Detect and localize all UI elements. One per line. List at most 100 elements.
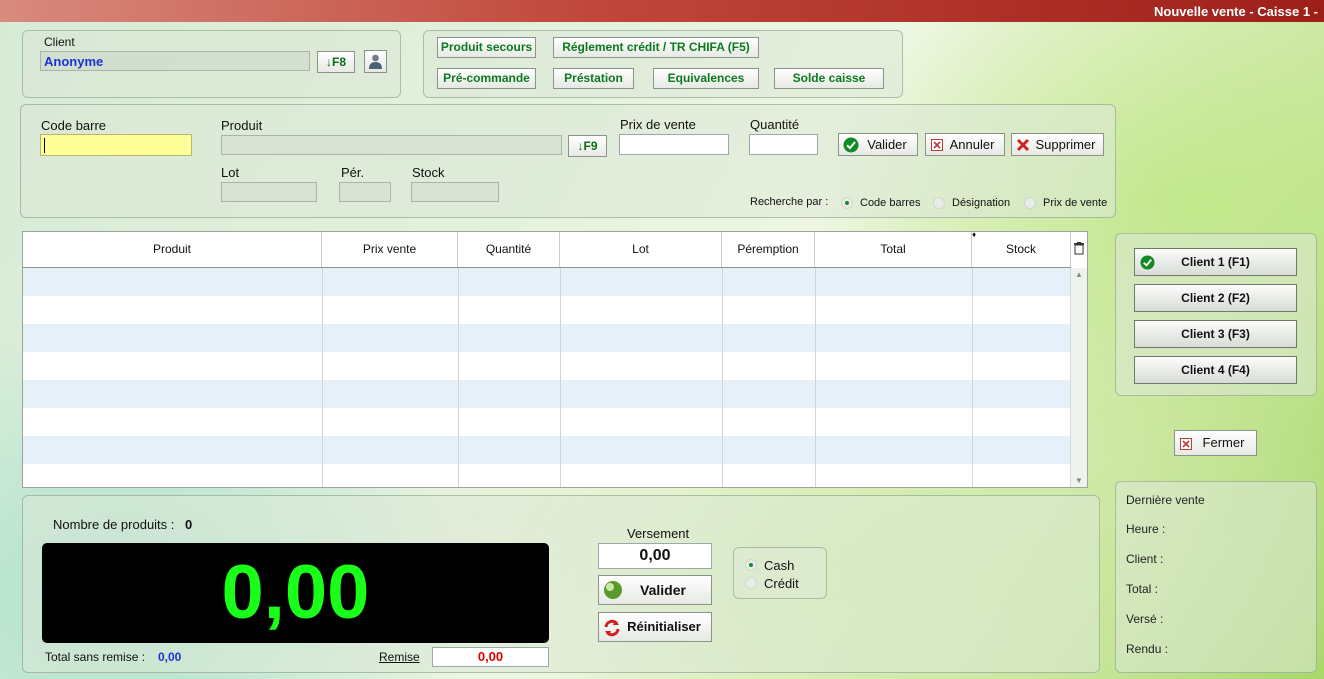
- lot-label: Lot: [221, 165, 240, 180]
- produit-label: Produit: [221, 118, 263, 133]
- valider-payment-label: Valider: [640, 582, 686, 598]
- lot-field[interactable]: [221, 182, 317, 202]
- table-row[interactable]: [23, 436, 1071, 464]
- column-divider: [560, 268, 561, 487]
- table-row[interactable]: [23, 296, 1071, 324]
- cancel-icon: [931, 139, 943, 151]
- client-1-label: Client 1 (F1): [1181, 255, 1250, 269]
- versement-input[interactable]: 0,00: [598, 543, 712, 569]
- quantite-label: Quantité: [750, 117, 800, 132]
- reglement-credit-button[interactable]: Réglement crédit / TR CHIFA (F5): [553, 37, 759, 58]
- close-icon: [1180, 438, 1192, 450]
- column-header-prix-vente[interactable]: Prix vente: [322, 232, 458, 267]
- produit-field[interactable]: [221, 135, 562, 155]
- fermer-label: Fermer: [1202, 435, 1245, 450]
- window-title: Nouvelle vente - Caisse 1 -: [1153, 4, 1318, 19]
- fermer-button[interactable]: Fermer: [1174, 430, 1257, 456]
- check-circle-icon: [843, 137, 859, 153]
- reinitialiser-label: Réinitialiser: [627, 619, 701, 634]
- column-header-peremption[interactable]: Péremption: [722, 232, 815, 267]
- user-icon: [369, 54, 382, 69]
- radio-cash[interactable]: [745, 559, 757, 571]
- total-sans-remise-label: Total sans remise :: [45, 650, 146, 664]
- radio-cash-label: Cash: [764, 558, 795, 573]
- table-row[interactable]: [23, 268, 1071, 296]
- refresh-icon: [604, 619, 620, 637]
- quantite-input[interactable]: [749, 134, 818, 155]
- peremption-label: Pér.: [341, 165, 365, 180]
- derniere-vente-verse: Versé :: [1126, 612, 1164, 626]
- client-2-button[interactable]: Client 2 (F2): [1134, 284, 1297, 312]
- produit-f9-button[interactable]: ↓F9: [568, 135, 607, 157]
- radio-prix-de-vente[interactable]: [1024, 197, 1036, 209]
- client-field[interactable]: Anonyme: [40, 51, 310, 71]
- produit-secours-button[interactable]: Produit secours: [437, 37, 536, 58]
- column-divider: [815, 268, 816, 487]
- equivalences-button[interactable]: Equivalences: [653, 68, 759, 89]
- client-3-button[interactable]: Client 3 (F3): [1134, 320, 1297, 348]
- code-barre-label: Code barre: [41, 118, 107, 133]
- trash-icon[interactable]: [1074, 242, 1084, 255]
- window-title-bar: Nouvelle vente - Caisse 1 -: [0, 0, 1324, 22]
- code-barre-input[interactable]: [40, 134, 192, 156]
- versement-value: 0,00: [639, 547, 671, 564]
- column-divider: [972, 268, 973, 487]
- check-circle-icon: [1140, 255, 1155, 270]
- client-1-button[interactable]: Client 1 (F1): [1134, 248, 1297, 276]
- scroll-up-icon[interactable]: ▲: [1075, 270, 1083, 279]
- radio-designation[interactable]: [933, 197, 945, 209]
- versement-label: Versement: [627, 526, 690, 541]
- client-label: Client: [44, 35, 75, 49]
- table-row[interactable]: [23, 380, 1071, 408]
- remise-value: 0,00: [477, 649, 504, 664]
- table-row[interactable]: [23, 464, 1071, 487]
- derniere-vente-rendu: Rendu :: [1126, 642, 1169, 656]
- annuler-entry-button[interactable]: Annuler: [925, 133, 1005, 156]
- stock-field[interactable]: [411, 182, 499, 202]
- nombre-produits-value: 0: [185, 517, 193, 532]
- client-user-button[interactable]: [364, 50, 387, 73]
- pre-commande-button[interactable]: Pré-commande: [437, 68, 536, 89]
- recherche-par-label: Recherche par :: [750, 196, 829, 208]
- radio-prix-de-vente-label: Prix de vente: [1043, 197, 1108, 209]
- column-header-total[interactable]: Total: [815, 232, 972, 267]
- prix-vente-label: Prix de vente: [620, 117, 696, 132]
- solde-caisse-button[interactable]: Solde caisse: [774, 68, 884, 89]
- column-header-lot[interactable]: Lot: [560, 232, 722, 267]
- scroll-down-icon[interactable]: ▼: [1075, 476, 1083, 485]
- column-header-stock[interactable]: Stock: [972, 232, 1071, 267]
- delete-x-icon: [1016, 138, 1030, 152]
- table-row[interactable]: [23, 408, 1071, 436]
- client-4-button[interactable]: Client 4 (F4): [1134, 356, 1297, 384]
- column-divider: [722, 268, 723, 487]
- remise-input[interactable]: 0,00: [432, 647, 549, 667]
- prix-vente-input[interactable]: [619, 134, 729, 155]
- valider-payment-button[interactable]: Valider: [598, 575, 712, 605]
- total-display: 0,00: [42, 543, 549, 643]
- peremption-field[interactable]: [339, 182, 391, 202]
- remise-label: Remise: [379, 650, 420, 664]
- column-divider: [458, 268, 459, 487]
- nombre-produits-label: Nombre de produits :: [53, 517, 175, 532]
- supprimer-entry-button[interactable]: Supprimer: [1011, 133, 1104, 156]
- derniere-vente-total: Total :: [1126, 582, 1159, 596]
- reinitialiser-button[interactable]: Réinitialiser: [598, 612, 712, 642]
- radio-credit-label: Crédit: [764, 576, 799, 591]
- radio-code-barres[interactable]: [841, 197, 853, 209]
- total-sans-remise-value: 0,00: [158, 650, 182, 664]
- derniere-vente-heure: Heure :: [1126, 522, 1166, 536]
- client-f8-button[interactable]: ↓F8: [317, 51, 355, 73]
- table-vertical-scrollbar[interactable]: ▲ ▼: [1070, 268, 1087, 487]
- column-header-quantite[interactable]: Quantité: [458, 232, 560, 267]
- table-row[interactable]: [23, 324, 1071, 352]
- valider-entry-button[interactable]: Valider: [838, 133, 918, 156]
- table-row[interactable]: [23, 352, 1071, 380]
- radio-credit[interactable]: [745, 577, 757, 589]
- annuler-entry-label: Annuler: [949, 137, 995, 152]
- prestation-button[interactable]: Préstation: [553, 68, 634, 89]
- column-header-produit[interactable]: Produit: [23, 232, 322, 267]
- sale-items-table[interactable]: Produit Prix vente Quantité Lot Pérempti…: [22, 231, 1088, 488]
- derniere-vente-client: Client :: [1126, 552, 1164, 566]
- payment-mode-group: [733, 547, 827, 599]
- green-ball-icon: [604, 581, 622, 599]
